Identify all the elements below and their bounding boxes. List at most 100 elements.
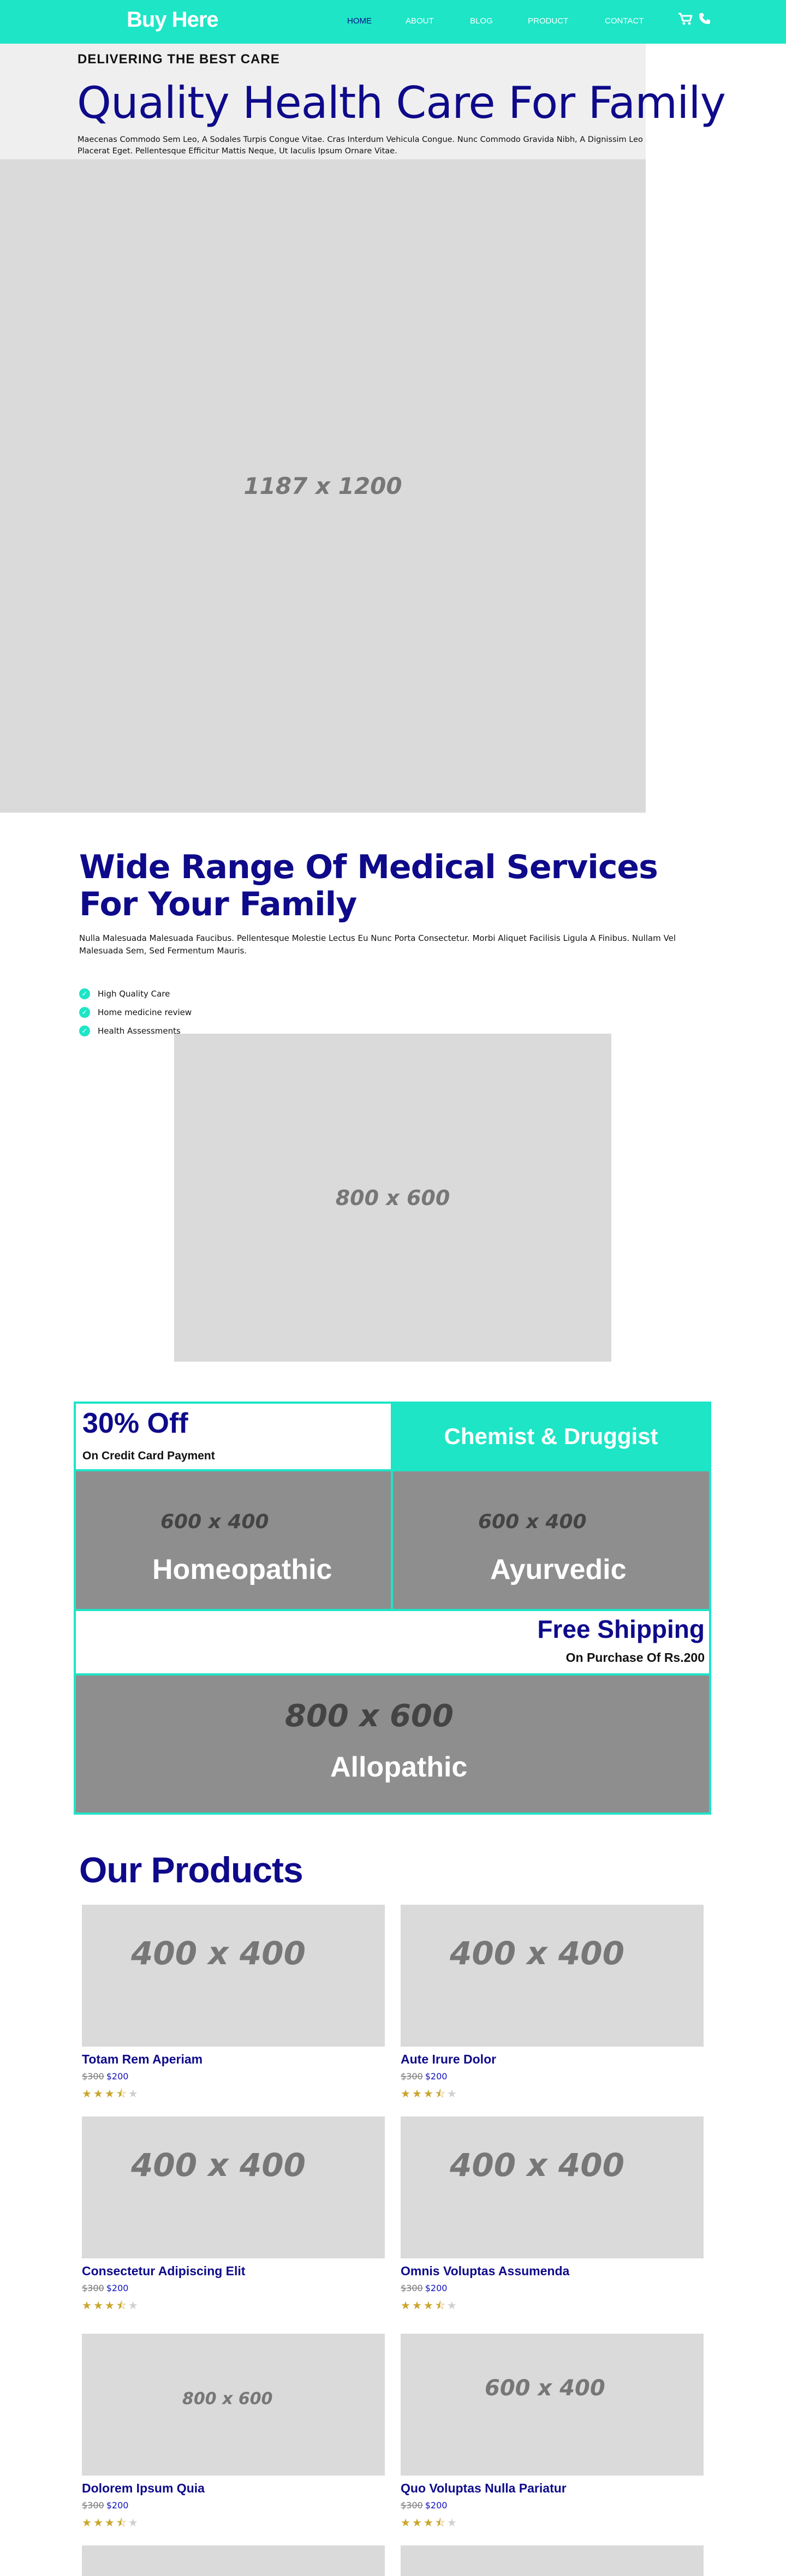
product-image[interactable]: 400 x 400 bbox=[82, 1905, 385, 2047]
shipping-tile[interactable]: Free Shipping On Purchase Of Rs.200 bbox=[74, 1609, 711, 1675]
check-icon: ✓ bbox=[79, 1025, 90, 1036]
old-price: $300 bbox=[401, 2283, 423, 2293]
star-half-icon: ⯪ bbox=[116, 2516, 128, 2529]
star-empty-icon: ★ bbox=[446, 2299, 458, 2312]
star-half-icon: ⯪ bbox=[434, 2299, 447, 2312]
cart-icon[interactable] bbox=[678, 12, 694, 28]
rating-stars: ★★★⯪★ bbox=[82, 2298, 140, 2316]
new-price: $200 bbox=[106, 2500, 129, 2511]
product-name[interactable]: Aute Irure Dolor bbox=[401, 2052, 496, 2067]
product-image-label: 400 x 400 bbox=[450, 1935, 624, 1972]
nav-contact[interactable]: CONTACT bbox=[605, 16, 644, 26]
hero-title: Quality Health Care For Family bbox=[77, 77, 726, 128]
product-name[interactable]: Quo Voluptas Nulla Pariatur bbox=[401, 2481, 567, 2496]
product-name[interactable]: Totam Rem Aperiam bbox=[82, 2052, 203, 2067]
feature-item: ✓ High Quality Care bbox=[79, 988, 170, 999]
old-price: $300 bbox=[401, 2500, 423, 2511]
product-image[interactable]: 800 x 600 bbox=[82, 2334, 385, 2476]
product-image[interactable]: 400 x 400 bbox=[82, 2116, 385, 2258]
star-icon: ★ bbox=[93, 2087, 105, 2100]
shipping-subtitle: On Purchase Of Rs.200 bbox=[565, 1650, 705, 1665]
allopathic-image-label: 800 x 600 bbox=[285, 1698, 454, 1734]
old-price: $300 bbox=[82, 2500, 104, 2511]
star-icon: ★ bbox=[423, 2516, 435, 2529]
services-image: 800 x 600 bbox=[174, 1034, 611, 1362]
services-image-label: 800 x 600 bbox=[335, 1185, 450, 1210]
nav-about[interactable]: ABOUT bbox=[406, 16, 434, 26]
offer-subtitle: On Credit Card Payment bbox=[82, 1450, 215, 1462]
star-icon: ★ bbox=[423, 2299, 435, 2312]
shipping-title: Free Shipping bbox=[537, 1615, 705, 1643]
product-image[interactable]: 400 x 400 bbox=[401, 2116, 704, 2258]
product-image[interactable] bbox=[401, 2545, 704, 2576]
old-price: $300 bbox=[82, 2071, 104, 2082]
hero-text: Maecenas Commodo Sem Leo, A Sodales Turp… bbox=[78, 135, 643, 156]
homeopathic-image-label: 600 x 400 bbox=[160, 1511, 269, 1533]
star-icon: ★ bbox=[412, 2299, 424, 2312]
star-icon: ★ bbox=[82, 2516, 93, 2529]
star-icon: ★ bbox=[412, 2087, 424, 2100]
star-icon: ★ bbox=[82, 2299, 93, 2312]
product-image-label: 400 x 400 bbox=[450, 2146, 624, 2184]
star-icon: ★ bbox=[412, 2516, 424, 2529]
offer-title: 30% Off bbox=[82, 1408, 188, 1439]
star-empty-icon: ★ bbox=[128, 2087, 140, 2100]
star-empty-icon: ★ bbox=[128, 2516, 140, 2529]
nav-product[interactable]: PRODUCT bbox=[528, 16, 568, 26]
product-image[interactable]: 400 x 400 bbox=[401, 1905, 704, 2047]
homeopathic-label: Homeopathic bbox=[152, 1554, 332, 1585]
site-logo[interactable]: Buy Here bbox=[127, 8, 219, 32]
nav-blog[interactable]: BLOG bbox=[470, 16, 493, 26]
product-price: $300 $200 bbox=[82, 2500, 128, 2511]
star-half-icon: ⯪ bbox=[434, 2087, 447, 2100]
product-image-label: 400 x 400 bbox=[131, 2146, 306, 2184]
product-name[interactable]: Consectetur Adipiscing Elit bbox=[82, 2264, 245, 2279]
services-title: Wide Range Of Medical Services For Your … bbox=[79, 848, 658, 923]
product-image-label: 400 x 400 bbox=[131, 1935, 306, 1972]
rating-stars: ★★★⯪★ bbox=[401, 2298, 458, 2316]
product-image-label: 800 x 600 bbox=[182, 2389, 273, 2408]
rating-stars: ★★★⯪★ bbox=[82, 2086, 140, 2104]
feature-label: Health Assessments bbox=[98, 1026, 181, 1036]
hero-kicker: DELIVERING THE BEST CARE bbox=[78, 52, 280, 67]
homeopathic-tile[interactable]: 600 x 400 Homeopathic bbox=[74, 1469, 393, 1611]
star-icon: ★ bbox=[93, 2299, 105, 2312]
product-price: $300 $200 bbox=[401, 2071, 447, 2082]
product-price: $300 $200 bbox=[82, 2283, 128, 2293]
new-price: $200 bbox=[425, 2283, 448, 2293]
nav-home[interactable]: HOME bbox=[347, 16, 372, 26]
chemist-tile[interactable]: Chemist & Druggist bbox=[391, 1402, 711, 1471]
star-icon: ★ bbox=[423, 2087, 435, 2100]
star-half-icon: ⯪ bbox=[116, 2087, 128, 2100]
feature-item: ✓ Home medicine review bbox=[79, 1007, 192, 1018]
check-icon: ✓ bbox=[79, 1007, 90, 1018]
old-price: $300 bbox=[82, 2283, 104, 2293]
hero-image-label: 1187 x 1200 bbox=[243, 473, 402, 499]
feature-label: High Quality Care bbox=[98, 989, 170, 999]
feature-item: ✓ Health Assessments bbox=[79, 1025, 181, 1036]
star-icon: ★ bbox=[82, 2087, 93, 2100]
star-icon: ★ bbox=[104, 2516, 116, 2529]
product-image[interactable] bbox=[82, 2545, 385, 2576]
star-icon: ★ bbox=[93, 2516, 105, 2529]
rating-stars: ★★★⯪★ bbox=[401, 2515, 458, 2533]
services-text: Nulla Malesuada Malesuada Faucibus. Pell… bbox=[79, 933, 676, 956]
chemist-label: Chemist & Druggist bbox=[444, 1423, 658, 1449]
ayurvedic-tile[interactable]: 600 x 400 Ayurvedic bbox=[391, 1469, 711, 1611]
product-image[interactable]: 600 x 400 bbox=[401, 2334, 704, 2476]
star-icon: ★ bbox=[401, 2516, 412, 2529]
new-price: $200 bbox=[425, 2071, 448, 2082]
product-name[interactable]: Dolorem Ipsum Quia bbox=[82, 2481, 205, 2496]
offer-tile[interactable]: 30% Off On Credit Card Payment bbox=[74, 1402, 393, 1471]
star-half-icon: ⯪ bbox=[434, 2516, 447, 2529]
product-name[interactable]: Omnis Voluptas Assumenda bbox=[401, 2264, 569, 2279]
star-icon: ★ bbox=[104, 2299, 116, 2312]
phone-icon[interactable] bbox=[698, 12, 714, 28]
products-title: Our Products bbox=[79, 1850, 303, 1890]
product-image-label: 600 x 400 bbox=[485, 2376, 605, 2401]
star-icon: ★ bbox=[401, 2087, 412, 2100]
allopathic-tile[interactable]: 800 x 600 Allopathic bbox=[74, 1673, 711, 1815]
ayurvedic-image-label: 600 x 400 bbox=[478, 1511, 587, 1533]
star-icon: ★ bbox=[401, 2299, 412, 2312]
feature-label: Home medicine review bbox=[98, 1007, 192, 1017]
